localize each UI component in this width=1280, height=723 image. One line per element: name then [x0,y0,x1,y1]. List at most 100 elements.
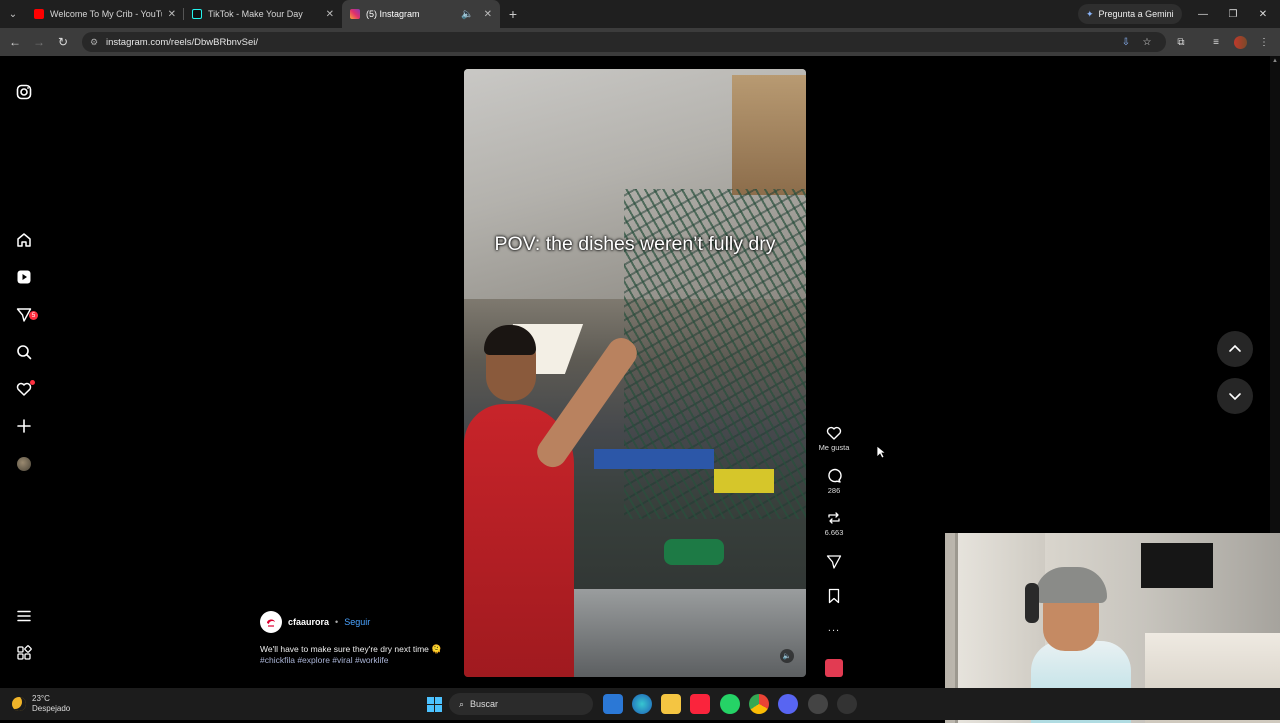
more-options-button[interactable]: ... [818,622,850,634]
webcam-scene [1025,583,1039,623]
home-icon[interactable] [14,230,34,250]
tab-youtube[interactable]: Welcome To My Crib - YouTube ✕ [26,0,184,28]
previous-reel-button[interactable] [1217,331,1253,367]
browser-tab-bar: ⌄ Welcome To My Crib - YouTube ✕ TikTok … [0,0,1280,28]
weather-condition: Despejado [32,704,71,713]
video-scene [732,75,806,195]
like-label: Me gusta [818,443,850,452]
save-button[interactable] [818,588,850,606]
notifications-heart-icon[interactable] [14,379,35,399]
webcam-scene [1141,543,1213,588]
task-view-icon[interactable] [603,694,623,714]
instagram-reels-page: 5 POV: the dishes weren’t fully dry 🔈 cf… [0,56,1280,723]
next-reel-button[interactable] [1217,378,1253,414]
tab-tiktok[interactable]: TikTok - Make Your Day ✕ [184,0,342,28]
comment-button[interactable]: 286 [818,468,850,495]
instagram-logo-icon[interactable] [14,82,34,102]
reload-button[interactable]: ↻ [51,28,75,56]
chrome-icon[interactable] [749,694,769,714]
bookmark-icon [828,588,840,604]
description-text: We'll have to make sure they're dry next… [260,644,442,654]
back-button[interactable]: ← [3,28,27,56]
heart-icon [826,426,842,440]
close-window-button[interactable]: ✕ [1248,0,1278,28]
tiktok-icon [192,9,202,19]
chevron-down-icon [1229,393,1241,401]
reel-video[interactable]: POV: the dishes weren’t fully dry 🔈 [464,69,806,677]
send-icon [826,555,842,569]
close-tab-icon[interactable]: ✕ [168,9,176,20]
search-placeholder: Buscar [470,699,499,709]
discord-icon[interactable] [778,694,798,714]
follow-button[interactable]: Seguir [344,617,370,627]
comment-count: 286 [827,486,841,495]
mute-speaker-icon[interactable]: 🔈 [780,649,794,663]
video-scene [554,589,806,677]
install-app-icon[interactable]: ⇩ [1118,34,1134,50]
author-name[interactable]: cfaaurora [288,617,329,627]
repost-icon [828,512,840,524]
file-explorer-icon[interactable] [661,694,681,714]
video-scene [594,449,714,469]
speaker-icon[interactable]: 🔈 [461,9,473,20]
description-hashtags[interactable]: #chickfila #explore #viral #worklife [260,655,389,665]
gemini-button[interactable]: ✦ Pregunta a Gemini [1078,4,1182,24]
repost-button[interactable]: 6.663 [818,510,850,537]
weather-widget[interactable]: 23°C Despejado [12,694,70,714]
reel-author: cfaaurora • Seguir [260,611,370,633]
notification-dot [30,380,35,385]
media-control-icon[interactable]: ≡ [1208,34,1224,50]
audio-thumbnail[interactable] [825,659,843,677]
new-tab-button[interactable]: + [500,0,526,28]
more-menu-icon[interactable] [14,606,34,626]
youtube-icon [34,9,44,19]
obs-icon[interactable] [808,694,828,714]
tab-title: Welcome To My Crib - YouTube [50,9,162,19]
reels-icon[interactable] [14,267,34,287]
edge-browser-icon[interactable] [632,694,652,714]
profile-avatar[interactable] [1232,34,1248,50]
taskbar-search[interactable]: ⌕ Buscar [449,693,593,715]
tab-search-button[interactable]: ⌄ [0,0,26,28]
mouse-cursor-icon [876,445,886,459]
music-app-icon[interactable] [690,694,710,714]
video-caption: POV: the dishes weren’t fully dry [494,233,776,255]
windows-start-icon[interactable] [424,694,444,714]
windows-taskbar: 23°C Despejado ⌕ Buscar [0,688,1280,720]
moon-weather-icon [12,697,26,711]
close-tab-icon[interactable]: ✕ [326,9,334,20]
reel-description: We'll have to make sure they're dry next… [260,644,450,666]
gemini-sparkle-icon: ✦ [1086,8,1094,19]
url-text: instagram.com/reels/DbwBRbnvSei/ [106,36,259,48]
notification-badge: 5 [29,311,38,320]
minimize-button[interactable]: — [1188,0,1218,28]
create-plus-icon[interactable] [14,416,34,436]
close-tab-icon[interactable]: ✕ [484,9,492,20]
like-button[interactable]: Me gusta [818,425,850,452]
search-icon[interactable] [14,342,34,362]
tab-instagram[interactable]: (5) Instagram 🔈 ✕ [342,0,500,28]
site-info-icon[interactable]: ⚙ [90,37,100,47]
scroll-up-arrow-icon[interactable]: ▲ [1272,58,1278,64]
browser-menu-icon[interactable]: ⋮ [1256,34,1272,50]
forward-button[interactable]: → [27,28,51,56]
also-from-meta-icon[interactable] [14,643,34,663]
search-icon: ⌕ [459,698,465,709]
webcam-scene [1035,567,1107,603]
address-bar[interactable]: ⚙ instagram.com/reels/DbwBRbnvSei/ [82,32,1166,52]
tab-title: TikTok - Make Your Day [208,9,303,19]
chevron-up-icon [1229,344,1241,352]
restore-button[interactable]: ❐ [1218,0,1248,28]
whatsapp-icon[interactable] [720,694,740,714]
extensions-icon[interactable]: ⧉ [1173,34,1189,50]
gemini-label: Pregunta a Gemini [1098,9,1174,19]
tab-title: (5) Instagram [366,9,420,19]
weather-temperature: 23°C [32,694,50,703]
comment-icon [828,468,842,483]
messages-icon[interactable]: 5 [14,305,38,325]
app-icon[interactable] [837,694,857,714]
author-avatar[interactable] [260,611,282,633]
share-button[interactable] [818,554,850,572]
profile-avatar[interactable] [14,454,34,474]
bookmark-star-icon[interactable]: ☆ [1139,34,1155,50]
